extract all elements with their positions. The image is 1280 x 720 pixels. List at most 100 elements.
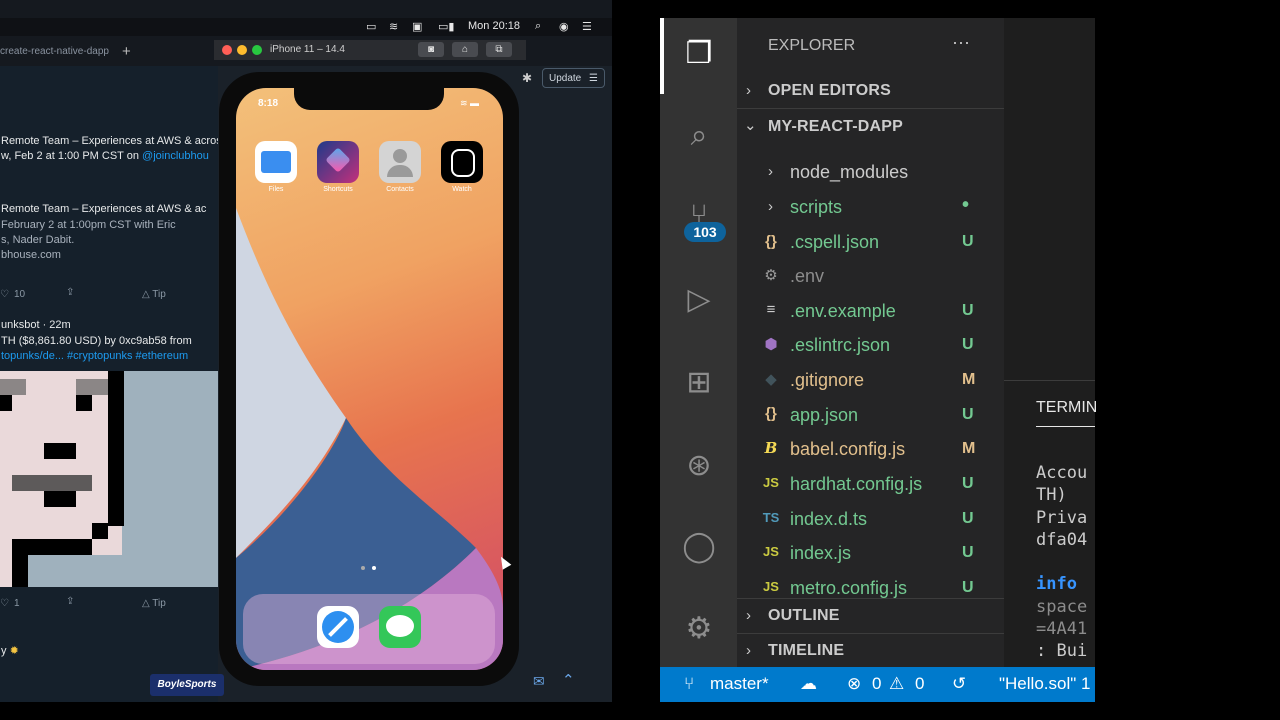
sponsor-logo[interactable]: BoyleSports [150, 674, 224, 696]
browser-tab[interactable]: create-react-native-dapp + [0, 40, 210, 62]
status-file[interactable]: "Hello.sol" 1 [999, 674, 1090, 694]
tree-item-babel-config[interactable]: babel.config.js [790, 439, 905, 460]
status-untracked: U [962, 544, 974, 561]
history-icon[interactable]: ↺ [952, 674, 966, 694]
close-button[interactable] [222, 45, 232, 55]
terminal-tab[interactable]: TERMIN [1036, 399, 1097, 417]
gear-icon: ⚙ [764, 267, 778, 284]
tweet-text: y ✹ [1, 645, 19, 657]
tree-item-app-json[interactable]: app.json [790, 405, 858, 426]
tree-item-index-d-ts[interactable]: index.d.ts [790, 509, 867, 530]
chevron-down-icon[interactable]: ⌄ [744, 116, 757, 134]
hashtag-links[interactable]: topunks/de... #cryptopunks #ethereum [1, 350, 188, 362]
screenshot-button[interactable]: ◙ [418, 42, 444, 57]
account-icon[interactable]: ◯ [679, 527, 719, 567]
zoom-button[interactable] [252, 45, 262, 55]
minimize-button[interactable] [237, 45, 247, 55]
safari-app-icon[interactable] [317, 606, 359, 648]
share-icon[interactable]: ⇪ [66, 596, 74, 607]
tree-item-hardhat-config[interactable]: hardhat.config.js [790, 474, 922, 495]
tip-button[interactable]: △ Tip [142, 598, 166, 609]
tweet-text: Remote Team – Experiences at AWS & acros… [1, 135, 218, 147]
warning-count[interactable]: 0 [915, 674, 924, 694]
contacts-app-icon[interactable] [379, 141, 421, 183]
status-modified: M [962, 371, 976, 388]
chevron-right-icon[interactable]: › [746, 607, 751, 624]
spotlight-icon[interactable]: ⌕ [535, 20, 541, 33]
terminal-line-info: info [1036, 574, 1077, 594]
tip-button[interactable]: △ Tip [142, 289, 166, 300]
update-label: Update [549, 73, 582, 84]
update-button[interactable]: Update ☰ [542, 68, 605, 88]
tree-item-eslintrc[interactable]: .eslintrc.json [790, 335, 890, 356]
home-button[interactable]: ⌂ [452, 42, 478, 57]
airplay-icon[interactable]: ▭ [366, 20, 376, 33]
tree-item-scripts[interactable]: scripts [790, 197, 842, 218]
project-section[interactable]: MY-REACT-DAPP [768, 118, 903, 136]
control-center-icon[interactable]: ☰ [582, 20, 592, 33]
git-graph-icon[interactable]: ⊛ [679, 446, 719, 486]
phone-time: 8:18 [258, 98, 279, 109]
display-icon[interactable]: ▣ [412, 20, 422, 33]
run-debug-icon[interactable]: ▷ [679, 280, 719, 320]
tree-item-cspell[interactable]: .cspell.json [790, 232, 879, 253]
warning-icon[interactable]: ⚠ [889, 674, 904, 694]
siri-icon[interactable]: ◉ [559, 20, 569, 33]
watch-app-icon[interactable] [441, 141, 483, 183]
tree-item-index-js[interactable]: index.js [790, 543, 851, 564]
tweet-text: TH ($8,861.80 USD) by 0xc9ab58 from [1, 335, 192, 347]
like-icon[interactable]: ♡ [0, 598, 9, 609]
shortcuts-app-icon[interactable] [317, 141, 359, 183]
branch-icon[interactable]: ⑂ [684, 674, 694, 694]
json-icon: {} [765, 233, 777, 250]
rotate-button[interactable]: ⧉ [486, 42, 512, 57]
outline-section[interactable]: OUTLINE [768, 607, 840, 625]
error-icon[interactable]: ⊗ [847, 674, 861, 694]
status-untracked: U [962, 302, 974, 319]
tree-item-metro-config[interactable]: metro.config.js [790, 578, 907, 599]
messages-app-icon[interactable] [379, 606, 421, 648]
tree-item-env-example[interactable]: .env.example [790, 301, 896, 322]
menu-clock[interactable]: Mon 20:18 [468, 20, 520, 32]
mention-link[interactable]: @joinclubhou [142, 150, 209, 162]
extensions-icon[interactable]: ⊞ [679, 363, 719, 403]
chevron-right-icon[interactable]: › [768, 163, 773, 180]
settings-gear-icon[interactable]: ⚙ [679, 609, 719, 649]
explorer-icon[interactable]: ❐ [679, 34, 719, 74]
page-dot[interactable] [361, 566, 365, 570]
tree-item-gitignore[interactable]: .gitignore [790, 370, 864, 391]
open-editors-section[interactable]: OPEN EDITORS [768, 82, 891, 100]
simulator-title: iPhone 11 – 14.4 [270, 44, 345, 55]
sync-icon[interactable]: ☁ [800, 674, 817, 694]
compose-icon[interactable]: ✉ [533, 673, 545, 690]
app-label: Shortcuts [323, 186, 353, 193]
simulator-titlebar[interactable]: iPhone 11 – 14.4 ◙ ⌂ ⧉ [214, 40, 526, 60]
status-untracked: U [962, 475, 974, 492]
battery-icon[interactable]: ▭▮ [438, 20, 454, 33]
js-icon: JS [763, 475, 779, 490]
wifi-icon[interactable]: ≋ [389, 20, 398, 33]
expand-up-icon[interactable]: ⌃ [562, 671, 575, 689]
more-actions-icon[interactable]: ··· [952, 32, 970, 53]
tree-item-env[interactable]: .env [790, 266, 824, 287]
chevron-right-icon[interactable]: › [746, 642, 751, 659]
files-app-icon[interactable] [255, 141, 297, 183]
iphone-notch [294, 86, 444, 110]
tree-item-node-modules[interactable]: node_modules [790, 162, 908, 183]
like-icon[interactable]: ♡ [0, 289, 9, 300]
activity-active-indicator [660, 18, 664, 94]
error-count[interactable]: 0 [872, 674, 881, 694]
tweet-feed[interactable]: Remote Team – Experiences at AWS & acros… [0, 66, 218, 702]
status-dot: • [962, 194, 970, 216]
branch-name[interactable]: master* [710, 674, 769, 694]
chevron-right-icon[interactable]: › [746, 82, 751, 99]
tweet-author[interactable]: unksbot · 22m [1, 319, 71, 331]
chevron-right-icon[interactable]: › [768, 198, 773, 215]
timeline-section[interactable]: TIMELINE [768, 642, 844, 660]
new-tab-button[interactable]: + [122, 43, 131, 60]
extension-icon[interactable]: ✱ [522, 71, 532, 85]
cryptopunk-image[interactable] [0, 371, 218, 587]
search-icon[interactable]: ⌕ [679, 116, 719, 156]
page-dot-active[interactable] [372, 566, 376, 570]
share-icon[interactable]: ⇪ [66, 287, 74, 298]
